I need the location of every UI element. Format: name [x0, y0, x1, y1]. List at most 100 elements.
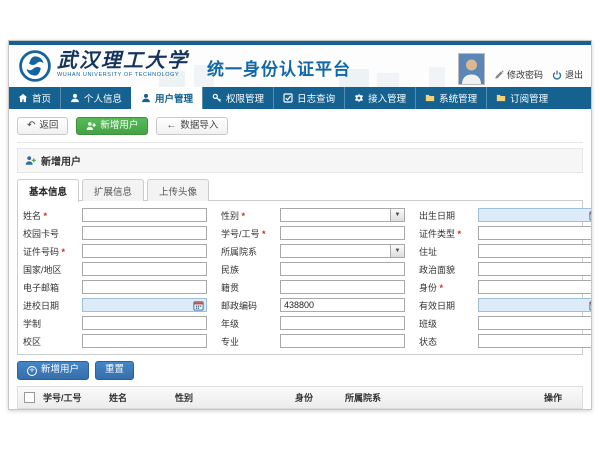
status-input[interactable]	[478, 334, 592, 348]
app-window: 武汉理工大学 WUHAN UNIVERSITY OF TECHNOLOGY 统一…	[8, 40, 592, 410]
field-label: 出生日期	[419, 209, 474, 222]
nav-label: 订阅管理	[510, 91, 548, 105]
field-label: 民族	[221, 263, 276, 276]
nav-label: 接入管理	[368, 91, 406, 105]
student-id-input[interactable]	[280, 226, 405, 240]
field-gender: 性别 ▼	[221, 208, 405, 222]
field-label: 有效日期	[419, 299, 474, 312]
field-label: 电子邮箱	[23, 281, 78, 294]
field-label: 校区	[23, 335, 78, 348]
user-table: 学号/工号 姓名 性别 身份 所属院系 操作	[17, 386, 583, 410]
university-name-en: WUHAN UNIVERSITY OF TECHNOLOGY	[57, 73, 189, 79]
toolbar: ↶ 返回 新增用户 ← 数据导入	[17, 113, 583, 143]
field-label: 住址	[419, 245, 474, 258]
nav-label: 系统管理	[439, 91, 477, 105]
add-user-icon	[86, 121, 96, 131]
birth-date-input[interactable]	[478, 208, 592, 222]
tab-extended-info[interactable]: 扩展信息	[82, 179, 144, 201]
user-form: 姓名 性别 ▼ 出生日期 校园卡号 学号/工号	[23, 208, 577, 348]
logout-link[interactable]: 退出	[552, 68, 583, 85]
field-ethnicity: 民族	[221, 262, 405, 276]
field-status: 状态	[419, 334, 592, 348]
nav-item-access-management[interactable]: 接入管理	[344, 87, 415, 109]
grade-input[interactable]	[280, 316, 405, 330]
native-place-input[interactable]	[280, 280, 405, 294]
column-gender: 性别	[175, 391, 295, 404]
nav-item-system-management[interactable]: 系统管理	[415, 87, 486, 109]
section-header: 新增用户	[17, 148, 583, 173]
content-area: ↶ 返回 新增用户 ← 数据导入 新增用户 基本信息 扩展信息 上传头像	[9, 109, 591, 410]
submit-add-user-button[interactable]: + 新增用户	[17, 361, 89, 379]
gender-select[interactable]: ▼	[280, 208, 405, 222]
data-import-label: 数据导入	[180, 121, 218, 131]
field-label: 证件号码	[23, 245, 78, 258]
form-actions: + 新增用户 重置	[17, 361, 583, 379]
field-campus-card: 校园卡号	[23, 226, 207, 240]
select-all-checkbox[interactable]	[24, 392, 35, 403]
campus-card-input[interactable]	[82, 226, 207, 240]
class-input[interactable]	[478, 316, 592, 330]
data-import-button[interactable]: ← 数据导入	[156, 117, 228, 135]
valid-date-input[interactable]	[478, 298, 592, 312]
field-entry-date: 进校日期	[23, 298, 207, 312]
avatar	[458, 53, 485, 85]
entry-date-input[interactable]	[82, 298, 207, 312]
chevron-down-icon: ▼	[390, 245, 404, 257]
field-label: 身份	[419, 281, 474, 294]
id-number-input[interactable]	[82, 244, 207, 258]
field-label: 政治面貌	[419, 263, 474, 276]
tab-basic-info[interactable]: 基本信息	[17, 179, 79, 202]
add-user-label: 新增用户	[100, 121, 138, 131]
tab-upload-avatar[interactable]: 上传头像	[147, 179, 209, 201]
postal-code-input[interactable]	[280, 298, 405, 312]
folder-icon	[496, 93, 506, 103]
id-type-input[interactable]	[478, 226, 592, 240]
address-input[interactable]	[478, 244, 592, 258]
campus-input[interactable]	[82, 334, 207, 348]
nav-item-personal-info[interactable]: 个人信息	[60, 87, 131, 109]
name-input[interactable]	[82, 208, 207, 222]
ethnicity-input[interactable]	[280, 262, 405, 276]
main-nav: 首页 个人信息 用户管理 权限管理 日志查询 接入管理 系统管理 订阅管理	[9, 87, 591, 109]
field-campus: 校区	[23, 334, 207, 348]
email-input[interactable]	[82, 280, 207, 294]
major-input[interactable]	[280, 334, 405, 348]
nav-item-permission-management[interactable]: 权限管理	[202, 87, 273, 109]
country-region-input[interactable]	[82, 262, 207, 276]
schooling-length-input[interactable]	[82, 316, 207, 330]
left-arrow-icon: ←	[166, 121, 176, 131]
field-label: 进校日期	[23, 299, 78, 312]
nav-item-subscription-management[interactable]: 订阅管理	[486, 87, 557, 109]
field-country-region: 国家/地区	[23, 262, 207, 276]
reset-button[interactable]: 重置	[95, 361, 134, 379]
chevron-down-icon: ▼	[390, 209, 404, 221]
nav-item-user-management[interactable]: 用户管理	[131, 87, 202, 109]
field-id-number: 证件号码	[23, 244, 207, 258]
field-id-type: 证件类型	[419, 226, 592, 240]
calendar-icon	[589, 300, 592, 311]
nav-item-home[interactable]: 首页	[9, 87, 60, 109]
calendar-icon	[193, 300, 204, 311]
nav-item-log-query[interactable]: 日志查询	[273, 87, 344, 109]
field-label: 籍贯	[221, 281, 276, 294]
nav-label: 用户管理	[155, 91, 193, 105]
department-select[interactable]: ▼	[280, 244, 405, 258]
add-user-toolbar-button[interactable]: 新增用户	[76, 117, 148, 135]
nav-label: 个人信息	[84, 91, 122, 105]
basic-info-panel: 姓名 性别 ▼ 出生日期 校园卡号 学号/工号	[17, 200, 583, 355]
user-icon	[70, 93, 80, 103]
folder-icon	[425, 93, 435, 103]
platform-title: 统一身份认证平台	[207, 55, 351, 80]
change-password-label: 修改密码	[507, 68, 543, 81]
submit-label: 新增用户	[41, 365, 79, 375]
field-label: 性别	[221, 209, 276, 222]
pencil-icon	[494, 70, 504, 80]
user-box: 修改密码 退出	[458, 53, 583, 85]
header: 武汉理工大学 WUHAN UNIVERSITY OF TECHNOLOGY 统一…	[9, 45, 591, 87]
field-label: 学制	[23, 317, 78, 330]
identity-input[interactable]	[478, 280, 592, 294]
political-status-input[interactable]	[478, 262, 592, 276]
university-logo-icon	[19, 50, 51, 82]
back-button[interactable]: ↶ 返回	[17, 117, 68, 135]
change-password-link[interactable]: 修改密码	[494, 68, 543, 85]
